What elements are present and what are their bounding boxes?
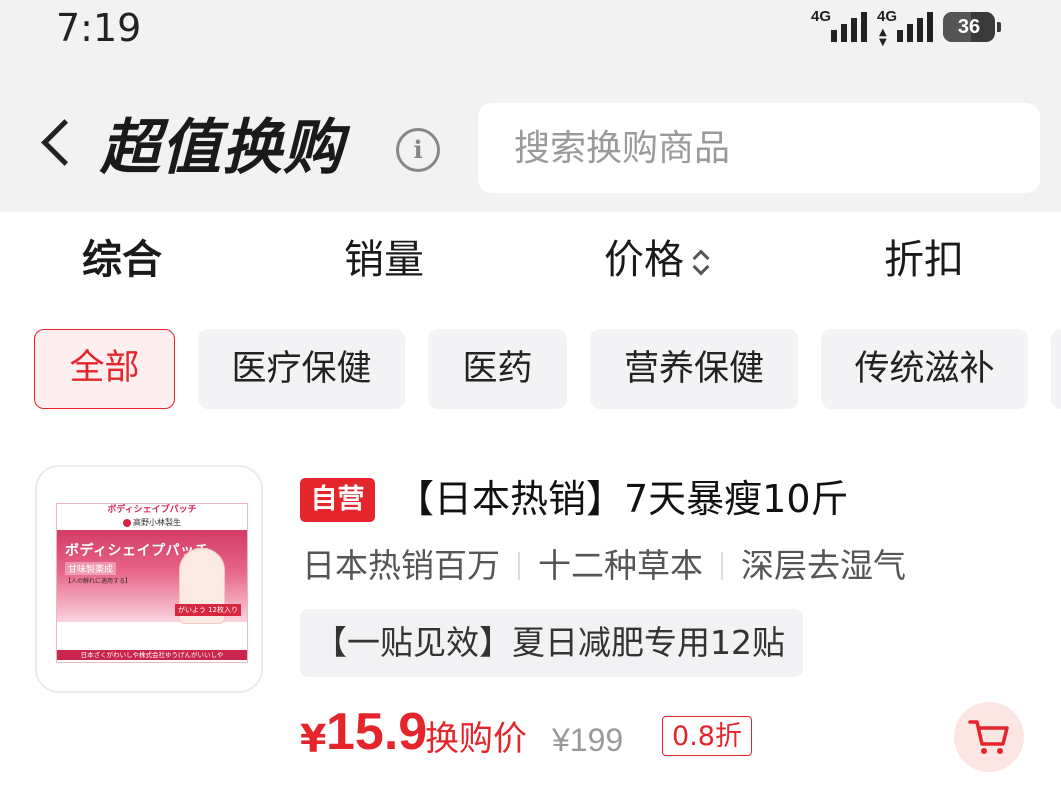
product-title[interactable]: 【日本热销】7天暴瘦10斤 — [396, 474, 849, 524]
package-tag: がいよう 12枚入り — [175, 604, 241, 616]
package-bottom-text: 日本ざくがわいしや株式会社ゆうげんがいいしや — [57, 650, 247, 660]
category-chip-nutrition[interactable]: 营养保健 — [590, 329, 798, 409]
category-chip-medical-care[interactable]: 医疗保健 — [198, 329, 405, 409]
status-icons: 4G 4G ▲ ▼ 36 — [811, 8, 1001, 48]
data-arrows-icon: ▲ ▼ — [879, 27, 887, 48]
signal-icon-2: 4G ▲ ▼ — [877, 8, 933, 48]
self-operated-badge: 自营 — [300, 478, 375, 522]
add-to-cart-button[interactable] — [954, 702, 1024, 772]
category-chip-traditional-tonic[interactable]: 传统滋补 — [821, 329, 1028, 409]
sort-arrows-icon — [692, 247, 708, 277]
sort-tab-label: 综合 — [82, 237, 162, 283]
category-chip-more[interactable] — [1051, 329, 1061, 409]
price-value: 15.9 — [326, 703, 428, 761]
package-top-text: ボディシェイプパッチ — [107, 505, 197, 515]
package-text: 【人の鮮れに適用する】 — [65, 578, 132, 585]
sort-tab-label: 价格 — [604, 237, 684, 283]
discount-badge: 0.8折 — [662, 716, 752, 756]
package-sub: 甘味製薬成 — [65, 562, 117, 575]
sort-tab-label: 销量 — [344, 237, 424, 283]
back-button[interactable] — [30, 112, 86, 184]
product-tag: 日本热销百万 — [302, 546, 500, 585]
category-chip-all[interactable]: 全部 — [34, 329, 175, 409]
sort-tab-sales[interactable]: 销量 — [344, 236, 424, 284]
promo-label: 【一贴见效】夏日减肥专用12贴 — [300, 609, 803, 677]
tag-divider — [721, 552, 723, 580]
price-currency: ¥ — [300, 717, 327, 761]
product-tag: 十二种草本 — [538, 546, 703, 585]
product-package-illustration: ボディシェイプパッチ 高野小林製生 ボディシェイプパッチ 甘味製薬成 【人の鮮れ… — [56, 503, 248, 663]
product-tags: 日本热销百万 十二种草本 深层去湿气 — [302, 544, 906, 588]
page-title: 超值换购 — [100, 113, 344, 183]
sort-tab-comprehensive[interactable]: 综合 — [82, 236, 162, 284]
signal-icon: 4G — [811, 8, 867, 44]
package-brand-text: 高野小林製生 — [133, 518, 181, 527]
battery-icon: 36 — [943, 12, 1001, 42]
package-brand: 高野小林製生 — [57, 516, 247, 530]
category-chip-medicine[interactable]: 医药 — [428, 329, 567, 409]
network-type-label-2: 4G — [877, 8, 898, 25]
tag-divider — [518, 552, 520, 580]
cart-icon — [968, 720, 1009, 754]
network-type-label: 4G — [811, 8, 832, 25]
battery-level: 36 — [957, 16, 981, 38]
sort-tab-label: 折扣 — [884, 237, 964, 283]
original-price: ¥199 — [552, 722, 624, 758]
search-input[interactable] — [478, 103, 1040, 193]
sort-tab-discount[interactable]: 折扣 — [884, 236, 964, 284]
info-icon[interactable]: i — [396, 128, 440, 172]
package-band: ボディシェイプパッチ 甘味製薬成 【人の鮮れに適用する】 がいよう 12枚入り — [57, 530, 247, 624]
product-tag: 深层去湿气 — [741, 546, 906, 585]
product-image[interactable]: ボディシェイプパッチ 高野小林製生 ボディシェイプパッチ 甘味製薬成 【人の鮮れ… — [35, 465, 263, 693]
status-time: 7:19 — [56, 6, 142, 50]
price-label: 换购价 — [425, 719, 527, 759]
sort-tab-price[interactable]: 价格 — [604, 236, 708, 284]
